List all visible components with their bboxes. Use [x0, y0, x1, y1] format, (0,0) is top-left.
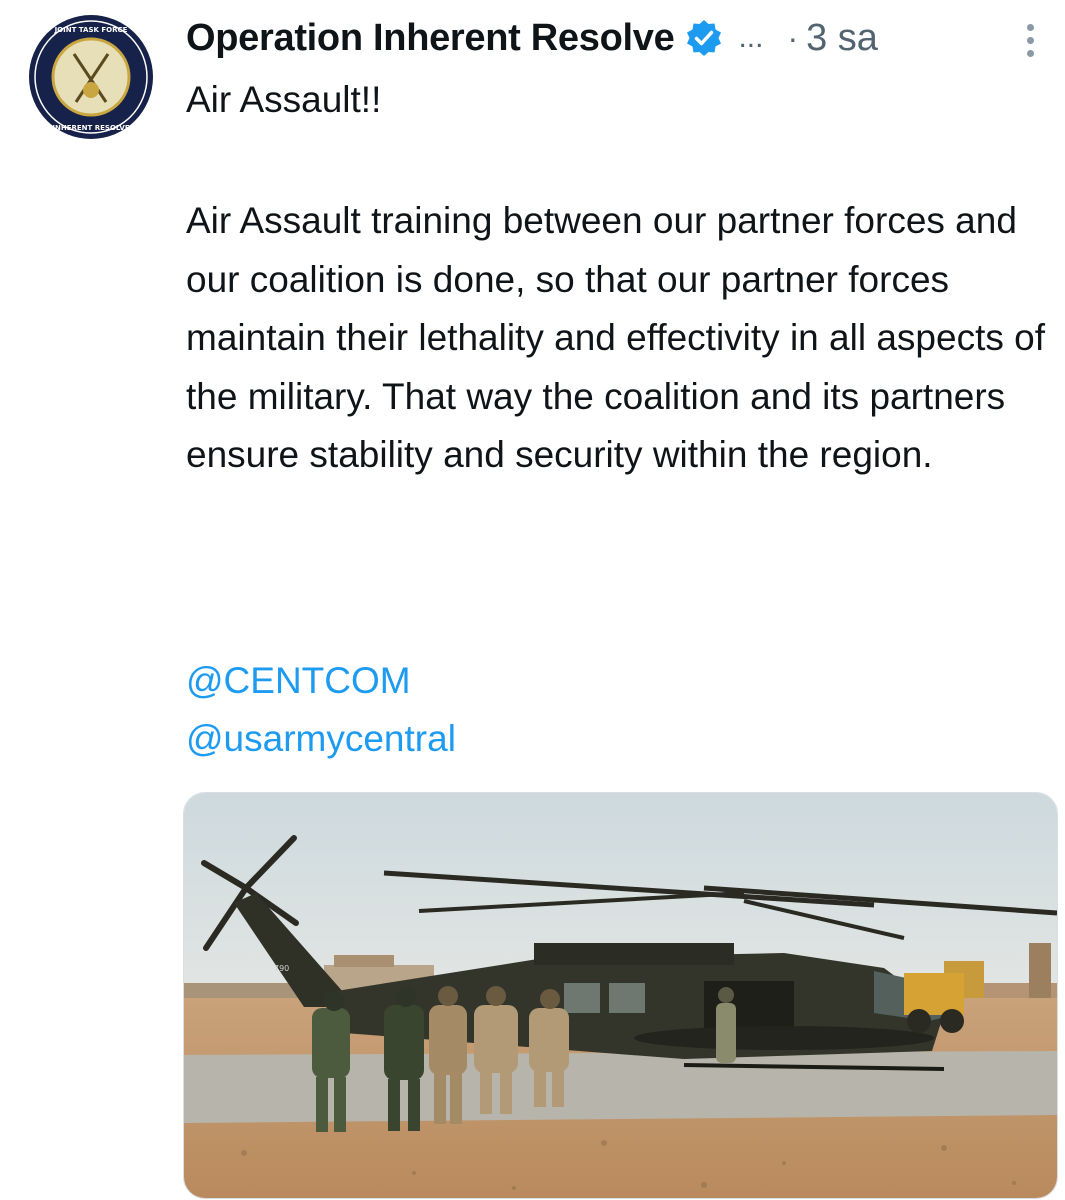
account-avatar[interactable]: JOINT TASK FORCE INHERENT RESOLVE: [28, 14, 154, 140]
tweet-photo[interactable]: 790: [183, 792, 1058, 1199]
svg-text:JOINT TASK FORCE: JOINT TASK FORCE: [54, 26, 128, 34]
account-name[interactable]: Operation Inherent Resolve: [186, 17, 675, 60]
verified-badge-icon: [684, 18, 724, 58]
meta-separator: ·: [787, 19, 799, 56]
mention-centcom[interactable]: @CENTCOM: [186, 660, 411, 702]
svg-text:INHERENT RESOLVE: INHERENT RESOLVE: [52, 124, 129, 132]
name-truncation: ...: [738, 21, 764, 54]
more-options-icon[interactable]: [1027, 24, 1037, 57]
svg-text:790: 790: [274, 964, 289, 973]
tweet-title: Air Assault!!: [186, 79, 382, 120]
mention-usarmycentral[interactable]: @usarmycentral: [186, 718, 456, 760]
tweet-body: Air Assault training between our partner…: [186, 200, 1045, 475]
tweet-header: Operation Inherent Resolve ... · 3 sa: [186, 12, 1043, 64]
tweet-timestamp[interactable]: 3 sa: [806, 17, 878, 60]
